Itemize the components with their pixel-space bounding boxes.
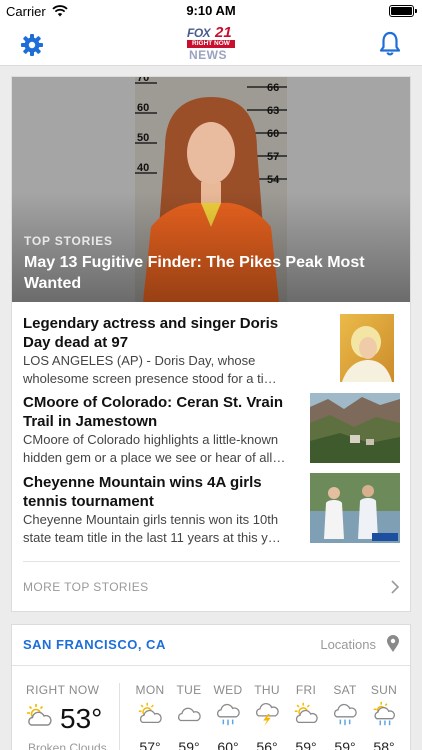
gear-icon[interactable] xyxy=(18,31,46,59)
chevron-right-icon xyxy=(391,580,400,594)
height-mark: 57 xyxy=(267,151,279,163)
logo-fox: FOX xyxy=(187,26,211,40)
app-logo: FOX 21 RIGHT NOW NEWS xyxy=(187,24,235,62)
day-name: TUE xyxy=(176,683,202,697)
clock: 9:10 AM xyxy=(186,3,236,18)
bell-icon[interactable] xyxy=(376,30,404,58)
story-item[interactable]: Legendary actress and singer Doris Day d… xyxy=(23,314,400,386)
height-mark: 54 xyxy=(267,174,280,186)
height-mark: 40 xyxy=(137,162,149,174)
battery-tip xyxy=(415,9,417,13)
divider xyxy=(23,561,400,562)
day-temp: 58° xyxy=(373,739,395,750)
day-temp: 60° xyxy=(217,739,239,750)
logo-news: NEWS xyxy=(189,48,227,62)
day-temp: 59° xyxy=(178,739,200,750)
logo-number: 21 xyxy=(215,24,232,41)
story-desc: CMoore of Colorado highlights a little-k… xyxy=(23,432,286,465)
partly-cloudy-icon xyxy=(138,702,162,724)
forecast-day: FRI 59° xyxy=(286,683,326,750)
day-name: THU xyxy=(254,683,280,697)
day-name: SAT xyxy=(333,683,357,697)
forecast-day: SUN 58° xyxy=(364,683,404,750)
weather-city[interactable]: SAN FRANCISCO, CA xyxy=(23,637,166,652)
story-desc: Cheyenne Mountain girls tennis won its 1… xyxy=(23,512,281,545)
thunderstorm-icon xyxy=(256,702,279,727)
more-top-stories-link[interactable]: MORE TOP STORIES xyxy=(23,570,400,606)
nav-bar: FOX 21 RIGHT NOW NEWS xyxy=(0,22,422,66)
status-bar: Carrier 9:10 AM xyxy=(0,0,422,22)
height-mark: 60 xyxy=(267,128,279,140)
day-temp: 59° xyxy=(334,739,356,750)
story-title[interactable]: Legendary actress and singer Doris Day d… xyxy=(23,314,303,352)
divider xyxy=(119,683,120,750)
day-name: FRI xyxy=(295,683,317,697)
locations-button[interactable]: Locations xyxy=(320,637,376,652)
day-temp: 57° xyxy=(139,739,161,750)
forecast-day: THU 56° xyxy=(247,683,287,750)
cloud-icon xyxy=(178,707,201,722)
height-mark: 60 xyxy=(137,102,149,114)
top-stories-card: 70 60 50 40 66 63 60 57 54 TOP STORIES M… xyxy=(11,76,411,612)
battery-icon xyxy=(389,5,414,17)
rain-icon xyxy=(217,703,240,726)
logo-bar: RIGHT NOW xyxy=(187,40,235,48)
rain-icon xyxy=(334,703,357,726)
height-mark: 50 xyxy=(137,132,149,144)
partly-cloudy-icon xyxy=(294,702,318,724)
more-top-stories-label: MORE TOP STORIES xyxy=(23,580,149,594)
day-name: SUN xyxy=(370,683,398,697)
current-temp: 53° xyxy=(60,703,103,734)
story-thumbnail[interactable] xyxy=(340,314,394,382)
height-mark: 66 xyxy=(267,82,279,94)
story-thumbnail[interactable] xyxy=(310,393,400,463)
hero-kicker: TOP STORIES xyxy=(24,234,113,248)
story-item[interactable]: Cheyenne Mountain wins 4A girls tennis t… xyxy=(23,473,400,545)
forecast-day: SAT 59° xyxy=(325,683,365,750)
forecast-day: WED 60° xyxy=(208,683,248,750)
weather-header: SAN FRANCISCO, CA Locations xyxy=(23,635,400,655)
hero-headline[interactable]: May 13 Fugitive Finder: The Pikes Peak M… xyxy=(24,252,374,294)
hero-story[interactable]: 70 60 50 40 66 63 60 57 54 TOP STORIES M… xyxy=(12,77,410,302)
day-temp: 56° xyxy=(256,739,278,750)
partly-cloudy-icon xyxy=(27,704,52,726)
forecast-day: MON 57° xyxy=(130,683,170,750)
divider xyxy=(12,665,410,666)
sun-rain-icon xyxy=(373,701,395,726)
story-item[interactable]: CMoore of Colorado: Ceran St. Vrain Trai… xyxy=(23,393,400,465)
story-title[interactable]: Cheyenne Mountain wins 4A girls tennis t… xyxy=(23,473,303,511)
day-name: WED xyxy=(213,683,243,697)
story-desc: LOS ANGELES (AP) - Doris Day, whose whol… xyxy=(23,353,277,386)
right-now-label: RIGHT NOW xyxy=(26,683,100,697)
height-mark: 70 xyxy=(137,77,149,84)
story-thumbnail[interactable] xyxy=(310,473,400,543)
location-pin-icon[interactable] xyxy=(386,635,400,653)
day-temp: 59° xyxy=(295,739,317,750)
story-title[interactable]: CMoore of Colorado: Ceran St. Vrain Trai… xyxy=(23,393,303,431)
current-condition: Broken Clouds xyxy=(28,741,107,750)
height-mark: 63 xyxy=(267,105,279,117)
weather-card: SAN FRANCISCO, CA Locations RIGHT NOW 53… xyxy=(11,624,411,750)
day-name: MON xyxy=(135,683,165,697)
forecast-day: TUE 59° xyxy=(169,683,209,750)
